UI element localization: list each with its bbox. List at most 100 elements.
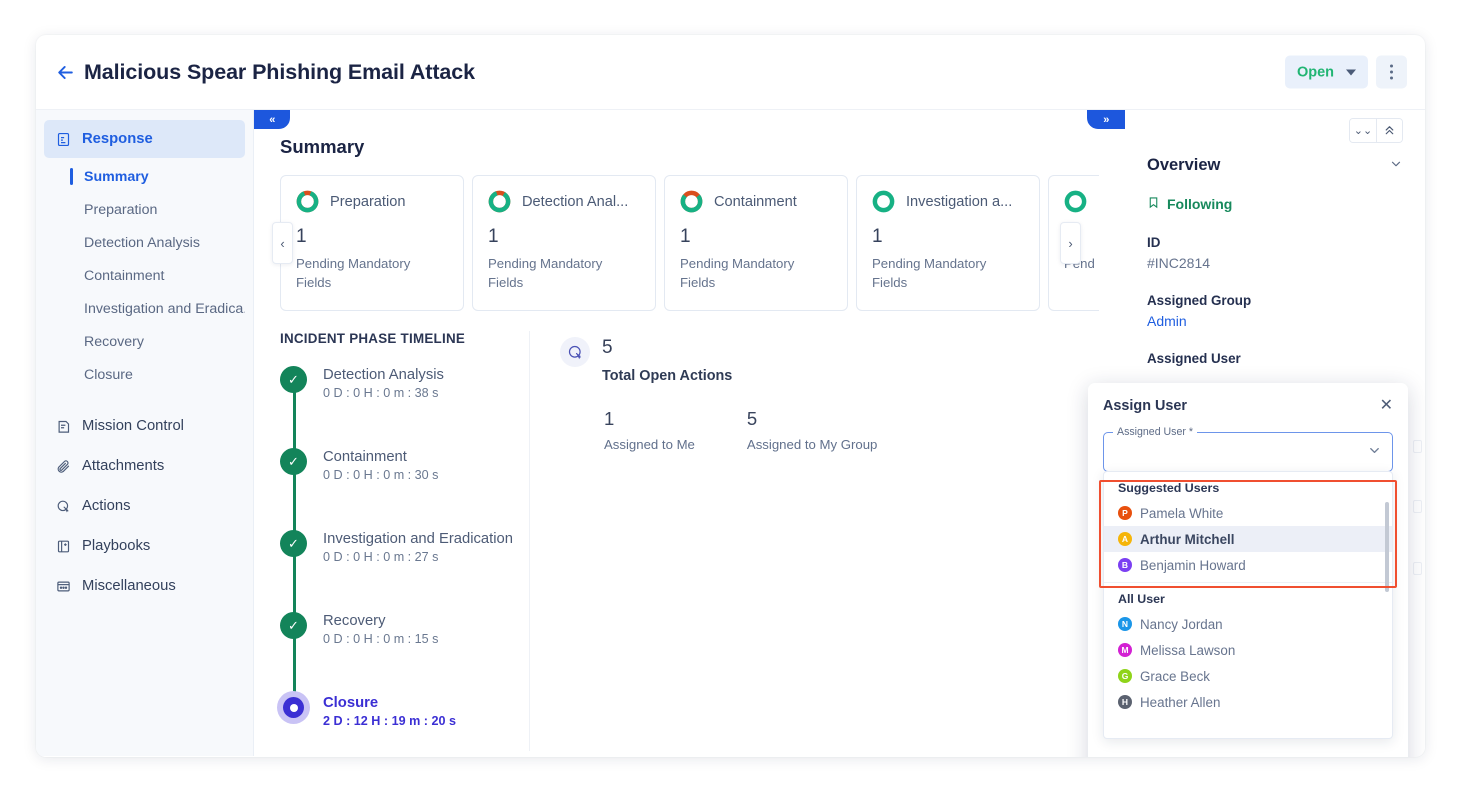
panel-edge-control bbox=[1413, 562, 1422, 575]
option-label: Benjamin Howard bbox=[1140, 558, 1246, 573]
collapse-sidebar-button[interactable]: « bbox=[254, 110, 290, 129]
phase-card[interactable]: Containment 1 Pending Mandatory Fields bbox=[664, 175, 848, 311]
phase-card-header: Preparation bbox=[296, 190, 448, 213]
overview-field-assigned-user: Assigned User bbox=[1147, 351, 1403, 366]
total-open-actions-count: 5 bbox=[602, 337, 732, 359]
phase-card-count: 1 bbox=[872, 226, 1024, 248]
following-toggle[interactable]: Following bbox=[1147, 195, 1403, 213]
sidebar-item-closure[interactable]: Closure bbox=[44, 358, 245, 391]
page-title: Malicious Spear Phishing Email Attack bbox=[84, 60, 475, 85]
chevron-down-icon[interactable] bbox=[1389, 157, 1403, 174]
dropdown-group-label-suggested: Suggested Users bbox=[1104, 472, 1392, 500]
field-key: Assigned Group bbox=[1147, 293, 1403, 308]
timeline-phase-duration: 0 D : 0 H : 0 m : 27 s bbox=[323, 550, 513, 564]
phase-card-subtitle: Pending Mandatory Fields bbox=[488, 254, 628, 292]
panel-edge-control bbox=[1413, 500, 1422, 513]
assigned-user-select[interactable]: Assigned User * bbox=[1103, 432, 1393, 472]
phase-card[interactable]: Detection Anal... 1 Pending Mandatory Fi… bbox=[472, 175, 656, 311]
phase-card-count: 1 bbox=[680, 226, 832, 248]
timeline-item[interactable]: Closure 2 D : 12 H : 19 m : 20 s bbox=[280, 694, 529, 728]
donut-chart-icon bbox=[680, 190, 703, 213]
timeline-item[interactable]: ✓ Investigation and Eradication 0 D : 0 … bbox=[280, 530, 529, 612]
donut-chart-icon bbox=[1064, 190, 1087, 213]
action-cursor-icon bbox=[56, 499, 71, 514]
sidebar-item-attachments[interactable]: Attachments bbox=[44, 447, 245, 485]
sidebar-item-label: Miscellaneous bbox=[82, 578, 176, 594]
timeline-phase-duration: 0 D : 0 H : 0 m : 15 s bbox=[323, 632, 438, 646]
timeline-item[interactable]: ✓ Containment 0 D : 0 H : 0 m : 30 s bbox=[280, 448, 529, 530]
dropdown-option-heather-allen[interactable]: H Heather Allen bbox=[1104, 689, 1392, 715]
more-vertical-icon[interactable] bbox=[1376, 56, 1407, 89]
playbook-icon bbox=[56, 539, 71, 554]
check-icon: ✓ bbox=[280, 448, 307, 475]
assign-user-modal: Assign User ✕ Assigned User * Suggested … bbox=[1088, 383, 1408, 757]
sidebar-item-recovery[interactable]: Recovery bbox=[44, 325, 245, 358]
total-open-actions-label: Total Open Actions bbox=[602, 368, 732, 384]
misc-icon bbox=[56, 579, 71, 594]
open-actions-values: 5 Total Open Actions bbox=[602, 337, 732, 384]
phase-card[interactable]: Preparation 1 Pending Mandatory Fields bbox=[280, 175, 464, 311]
phase-card[interactable]: Investigation a... 1 Pending Mandatory F… bbox=[856, 175, 1040, 311]
field-value[interactable]: Admin bbox=[1147, 313, 1403, 329]
chevron-down-icon bbox=[1346, 69, 1356, 75]
sidebar-item-mission-control[interactable]: Mission Control bbox=[44, 407, 245, 445]
chevrons-up-icon[interactable] bbox=[1376, 119, 1402, 142]
sidebar-item-summary[interactable]: Summary bbox=[44, 160, 245, 193]
header-actions: Open bbox=[1285, 56, 1407, 89]
avatar: B bbox=[1118, 558, 1132, 572]
field-key: ID bbox=[1147, 235, 1403, 250]
overview-header: Overview bbox=[1147, 156, 1403, 175]
open-actions-header: 5 Total Open Actions bbox=[560, 337, 1125, 384]
dropdown-option-benjamin-howard[interactable]: B Benjamin Howard bbox=[1104, 552, 1392, 578]
close-icon[interactable]: ✕ bbox=[1380, 398, 1393, 414]
timeline-phase-name: Recovery bbox=[323, 613, 438, 629]
timeline-item[interactable]: ✓ Detection Analysis 0 D : 0 H : 0 m : 3… bbox=[280, 366, 529, 448]
sidebar-item-investigation-and-eradication[interactable]: Investigation and Eradica... bbox=[44, 292, 245, 325]
timeline-phase-duration: 0 D : 0 H : 0 m : 38 s bbox=[323, 386, 444, 400]
sidebar-item-preparation[interactable]: Preparation bbox=[44, 193, 245, 226]
sidebar-item-containment[interactable]: Containment bbox=[44, 259, 245, 292]
phase-card-title: Re bbox=[1098, 194, 1099, 210]
timeline-connector bbox=[293, 555, 296, 615]
dropdown-option-melissa-lawson[interactable]: M Melissa Lawson bbox=[1104, 637, 1392, 663]
panel-edge-control bbox=[1413, 440, 1422, 453]
avatar: P bbox=[1118, 506, 1132, 520]
action-cursor-icon bbox=[560, 337, 590, 367]
dropdown-option-nancy-jordan[interactable]: N Nancy Jordan bbox=[1104, 611, 1392, 637]
expand-panel-button[interactable]: » bbox=[1087, 110, 1125, 129]
timeline-connector bbox=[293, 391, 296, 451]
status-dropdown-button[interactable]: Open bbox=[1285, 56, 1368, 89]
dropdown-option-pamela-white[interactable]: P Pamela White bbox=[1104, 500, 1392, 526]
carousel-prev-button[interactable]: ‹ bbox=[272, 222, 293, 264]
sidebar-item-label: Actions bbox=[82, 498, 131, 514]
sidebar-item-actions[interactable]: Actions bbox=[44, 487, 245, 525]
sidebar-spacer bbox=[36, 391, 253, 407]
timeline-connector bbox=[293, 637, 296, 697]
dropdown-option-arthur-mitchell[interactable]: A Arthur Mitchell bbox=[1104, 526, 1392, 552]
arrow-left-icon[interactable] bbox=[52, 59, 78, 85]
clipboard-icon bbox=[56, 419, 71, 434]
assigned-user-dropdown-list[interactable]: Suggested Users P Pamela White A Arthur … bbox=[1103, 471, 1393, 739]
dropdown-option-grace-beck[interactable]: G Grace Beck bbox=[1104, 663, 1392, 689]
timeline-text: Containment 0 D : 0 H : 0 m : 30 s bbox=[323, 448, 438, 530]
sidebar-item-playbooks[interactable]: Playbooks bbox=[44, 527, 245, 565]
phase-card-subtitle: Pending Mandatory Fields bbox=[296, 254, 436, 292]
phase-card-header: Containment bbox=[680, 190, 832, 213]
avatar: N bbox=[1118, 617, 1132, 631]
avatar: G bbox=[1118, 669, 1132, 683]
sidebar-item-detection-analysis[interactable]: Detection Analysis bbox=[44, 226, 245, 259]
dropdown-group-label-all: All User bbox=[1104, 583, 1392, 611]
sidebar-item-response[interactable]: Response bbox=[44, 120, 245, 158]
dropdown-scrollbar[interactable] bbox=[1385, 502, 1389, 592]
chevron-down-icon bbox=[1367, 443, 1382, 461]
current-phase-icon bbox=[283, 697, 304, 718]
phase-card-count: 1 bbox=[488, 226, 640, 248]
phase-card-header: Detection Anal... bbox=[488, 190, 640, 213]
carousel-next-button[interactable]: › bbox=[1060, 222, 1081, 264]
chevrons-down-icon[interactable]: ⌄⌄ bbox=[1350, 119, 1376, 142]
timeline-marker: ✓ bbox=[280, 612, 310, 694]
timeline-item[interactable]: ✓ Recovery 0 D : 0 H : 0 m : 15 s bbox=[280, 612, 529, 694]
sidebar-item-miscellaneous[interactable]: Miscellaneous bbox=[44, 567, 245, 605]
timeline-text: Detection Analysis 0 D : 0 H : 0 m : 38 … bbox=[323, 366, 444, 448]
sidebar-item-label: Attachments bbox=[82, 458, 164, 474]
